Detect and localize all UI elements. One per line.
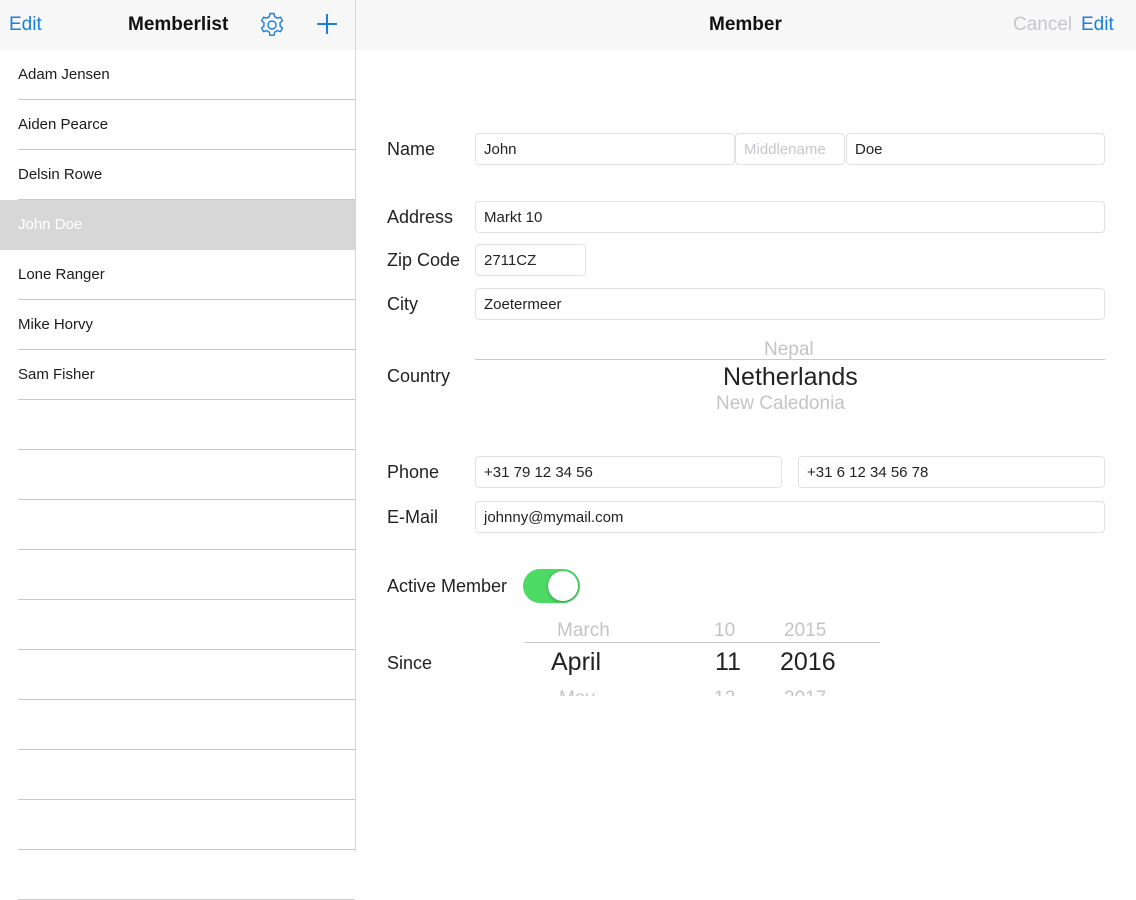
- email-field[interactable]: johnny@mymail.com: [475, 501, 1105, 533]
- year-option-below: 2017: [784, 688, 826, 696]
- country-option-above: Nepal: [764, 339, 814, 359]
- zip-code-label: Zip Code: [387, 250, 461, 270]
- country-picker[interactable]: Nepal Netherlands New Caledonia: [475, 337, 1105, 411]
- zip-code-field[interactable]: 2711CZ: [475, 244, 586, 276]
- edit-member-button[interactable]: Edit: [1081, 14, 1114, 36]
- gear-icon[interactable]: [258, 11, 286, 39]
- country-option-below: New Caledonia: [716, 393, 845, 409]
- since-label: Since: [387, 653, 433, 673]
- member-row[interactable]: Delsin Rowe: [0, 150, 355, 200]
- active-member-toggle[interactable]: [523, 569, 580, 603]
- year-option-above: 2015: [784, 620, 827, 637]
- member-name: Aiden Pearce: [18, 116, 109, 133]
- empty-row-separator: [18, 599, 355, 600]
- city-label: City: [387, 294, 418, 314]
- member-name: John Doe: [18, 216, 83, 233]
- empty-row-separator: [18, 849, 355, 850]
- memberlist-nav-bar: Edit Memberlist: [0, 0, 355, 50]
- address-label: Address: [387, 207, 454, 227]
- member-row[interactable]: Sam Fisher: [0, 350, 355, 400]
- empty-row-separator: [18, 449, 355, 450]
- since-date-picker[interactable]: March April May 10 11 12 2015 2016 2017: [524, 620, 880, 696]
- month-option-above: March: [557, 620, 610, 637]
- member-row[interactable]: Lone Ranger: [0, 250, 355, 300]
- last-name-field[interactable]: Doe: [846, 133, 1105, 165]
- empty-row-separator: [18, 699, 355, 700]
- month-option-below: May: [559, 688, 595, 696]
- active-member-label: Active Member: [387, 576, 508, 596]
- empty-row-separator: [18, 499, 355, 500]
- member-name: Sam Fisher: [18, 366, 95, 383]
- member-name: Adam Jensen: [18, 66, 110, 83]
- name-label: Name: [387, 139, 436, 159]
- day-selected: 11: [715, 648, 741, 676]
- row-separator: [18, 399, 355, 400]
- member-title: Member: [709, 14, 782, 35]
- day-option-above: 10: [714, 620, 736, 637]
- city-field[interactable]: Zoetermeer: [475, 288, 1105, 320]
- year-selected: 2016: [780, 648, 836, 676]
- day-option-below: 12: [714, 688, 735, 696]
- member-row[interactable]: Aiden Pearce: [0, 100, 355, 150]
- memberlist-title: Memberlist: [128, 14, 229, 35]
- picker-divider: [475, 359, 1105, 360]
- empty-row-separator: [18, 549, 355, 550]
- middle-name-field[interactable]: Middlename: [735, 133, 845, 165]
- member-name: Delsin Rowe: [18, 166, 103, 183]
- member-nav-bar: Member Cancel Edit: [356, 0, 1136, 50]
- member-name: Mike Horvy: [18, 316, 94, 333]
- first-name-field[interactable]: John: [475, 133, 735, 165]
- split-divider: [355, 0, 356, 852]
- phone-field-1[interactable]: +31 79 12 34 56: [475, 456, 782, 488]
- address-field[interactable]: Markt 10: [475, 201, 1105, 233]
- month-selected: April: [551, 648, 602, 676]
- country-label: Country: [387, 366, 451, 386]
- empty-row-separator: [18, 799, 355, 800]
- plus-icon[interactable]: [315, 12, 339, 36]
- toggle-knob: [548, 571, 578, 601]
- member-name: Lone Ranger: [18, 266, 105, 283]
- phone-label: Phone: [387, 462, 440, 482]
- empty-row-separator: [18, 749, 355, 750]
- country-option-selected: Netherlands: [723, 363, 858, 391]
- edit-list-button[interactable]: Edit: [9, 14, 42, 36]
- phone-field-2[interactable]: +31 6 12 34 56 78: [798, 456, 1105, 488]
- empty-row-separator: [18, 649, 355, 650]
- email-label: E-Mail: [387, 507, 439, 527]
- member-row[interactable]: Mike Horvy: [0, 300, 355, 350]
- cancel-button[interactable]: Cancel: [1013, 14, 1072, 36]
- picker-divider: [524, 642, 880, 643]
- member-row[interactable]: John Doe: [0, 200, 355, 250]
- member-row[interactable]: Adam Jensen: [0, 50, 355, 100]
